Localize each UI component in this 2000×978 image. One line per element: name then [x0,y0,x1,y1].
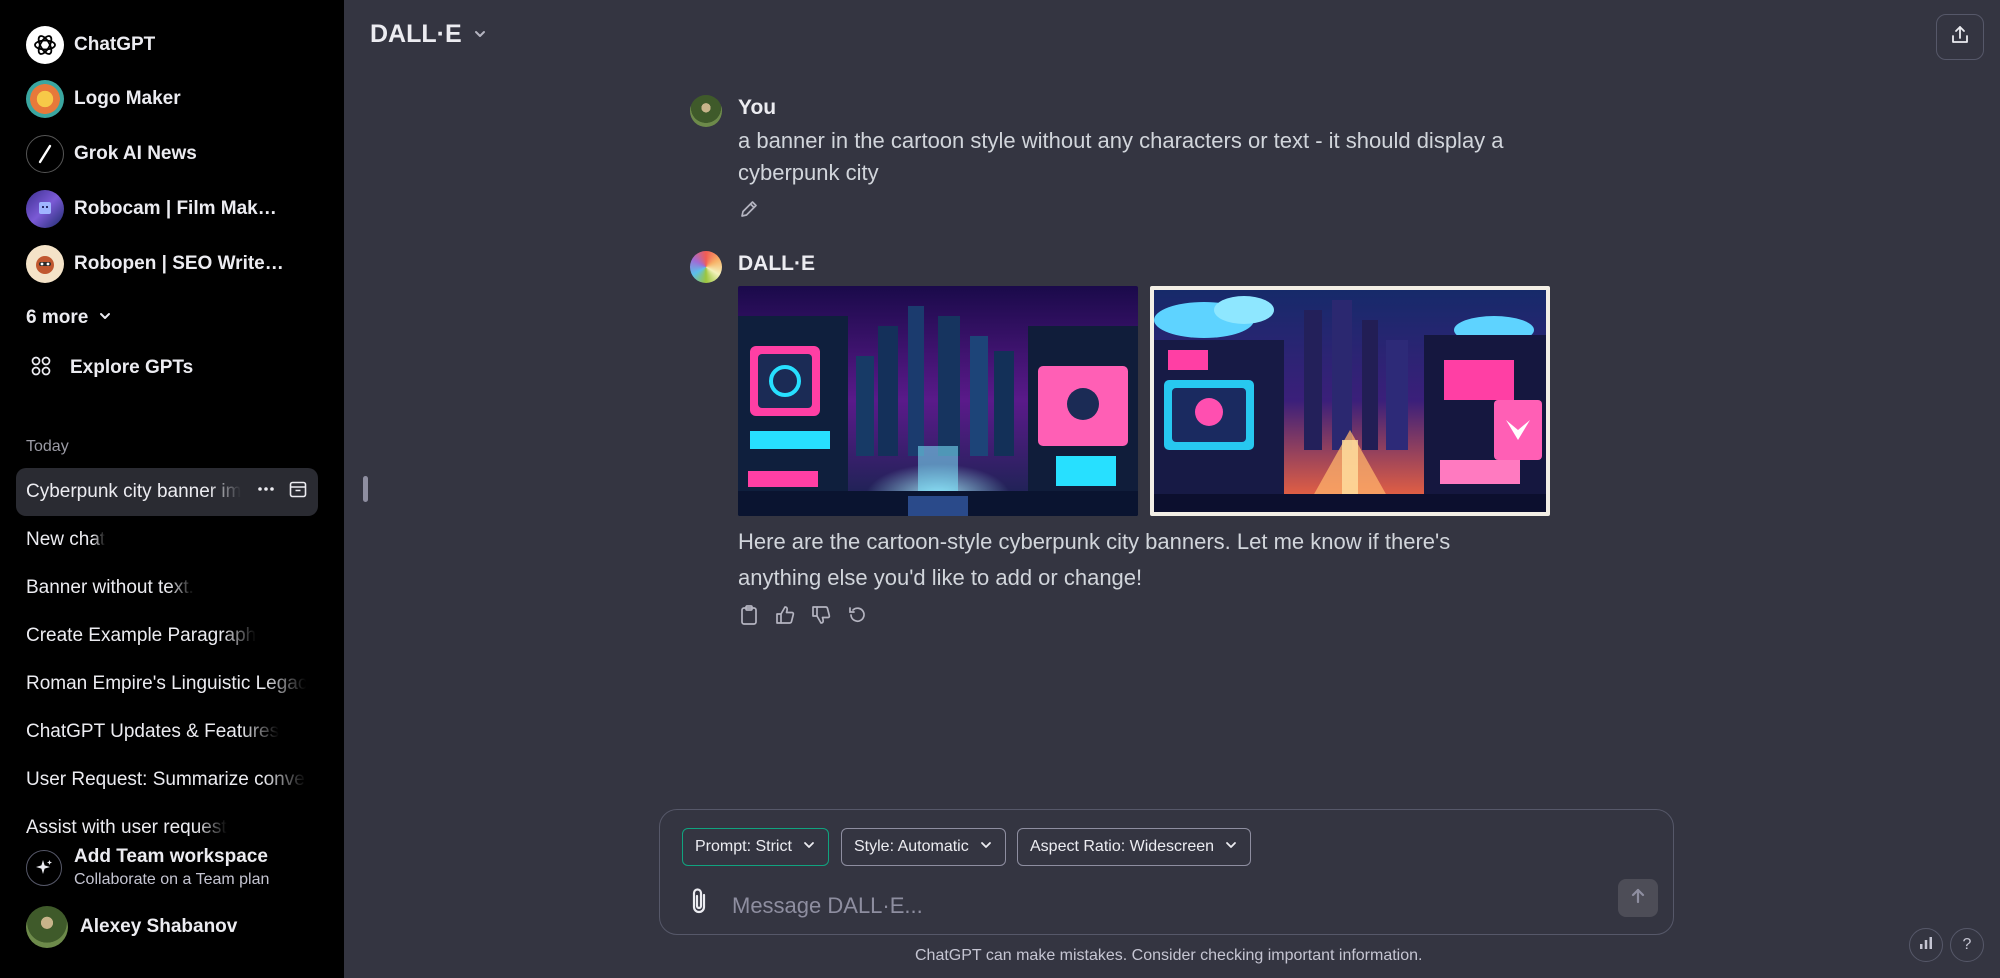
user-avatar [26,906,68,948]
generated-image-1[interactable] [738,286,1138,516]
sidebar-gpt-logo-maker[interactable]: Logo Maker [16,75,316,123]
sidebar-gpt-label: Robopen | SEO Writer ... [74,253,284,274]
sidebar: ChatGPT Logo Maker Grok AI News Robocam … [0,0,344,978]
message-composer: Prompt: Strict Style: Automatic Aspect R… [659,809,1674,935]
history-section-today: Today [26,438,69,455]
grok-slash-icon [26,135,64,173]
paperclip-icon[interactable] [686,886,712,923]
thumbs-up-icon[interactable] [774,604,796,626]
sidebar-gpt-robocam[interactable]: Robocam | Film Maker... [16,185,316,233]
history-item-label: Roman Empire's Linguistic Legacy [26,673,306,694]
robopen-avatar [26,245,64,283]
history-item-label: Cyberpunk city banner im [26,481,242,502]
history-item[interactable]: Roman Empire's Linguistic Legacy [16,660,318,708]
user-menu-button[interactable]: Alexey Shabanov [26,906,237,948]
share-button[interactable] [1936,14,1984,60]
arrow-up-icon [1628,886,1648,911]
sidebar-gpt-label: Grok AI News [74,143,197,164]
chevron-down-icon [1224,838,1238,857]
explore-gpts-button[interactable]: Explore GPTs [16,348,316,388]
stats-button[interactable] [1909,928,1943,962]
generated-images [738,286,1550,516]
history-item-label: New chat [26,529,106,550]
logo-maker-avatar [26,80,64,118]
assistant-author-label: DALL·E [738,252,815,275]
more-label: 6 more [26,307,89,328]
model-name: DALL·E [370,20,462,48]
history-item-label: Assist with user request [26,817,227,836]
thumbs-down-icon[interactable] [810,604,832,626]
history-item[interactable]: Create Example Paragraph [16,612,318,660]
generated-image-2[interactable] [1150,286,1550,516]
sidebar-gpt-robopen[interactable]: Robopen | SEO Writer ... [16,240,316,288]
edit-pencil-icon[interactable] [738,198,760,225]
user-message-text: a banner in the cartoon style without an… [738,128,1504,185]
disclaimer-text: ChatGPT can make mistakes. Consider chec… [915,947,1423,964]
history-item[interactable]: New chat [16,516,318,564]
sidebar-gpt-label: Logo Maker [74,88,181,109]
add-team-workspace-button[interactable]: Add Team workspace Collaborate on a Team… [26,846,269,889]
archive-icon[interactable] [288,479,308,505]
dalle-message-avatar [690,251,722,283]
grid-icon [30,355,52,382]
chip-label: Aspect Ratio: Widescreen [1030,838,1215,855]
aspect-ratio-chip[interactable]: Aspect Ratio: Widescreen [1017,828,1252,866]
user-author-label: You [738,96,777,119]
chip-label: Style: Automatic [854,838,969,855]
style-chip[interactable]: Style: Automatic [841,828,1006,866]
history-item-label: Create Example Paragraph [26,625,257,646]
history-item[interactable]: Banner without text. [16,564,318,612]
history-item[interactable]: User Request: Summarize conversation [16,756,318,804]
sidebar-gpt-chatgpt[interactable]: ChatGPT [16,21,316,69]
history-item[interactable]: ChatGPT Updates & Features [16,708,318,756]
team-workspace-title: Add Team workspace [74,846,268,867]
explore-gpts-label: Explore GPTs [70,357,194,378]
message-input[interactable] [732,886,1552,926]
chevron-down-icon [802,838,816,857]
chevron-down-icon [98,307,112,329]
prompt-mode-chip[interactable]: Prompt: Strict [682,828,829,866]
sidebar-gpt-grok-ai-news[interactable]: Grok AI News [16,130,316,178]
more-options-icon[interactable] [256,479,276,505]
assistant-message-text: Here are the cartoon-style cyberpunk cit… [738,529,1451,590]
share-icon [1949,24,1971,51]
chevron-down-icon [472,20,488,49]
chevron-down-icon [979,838,993,857]
team-workspace-subtitle: Collaborate on a Team plan [74,871,270,888]
help-label: ? [1962,936,1972,953]
bar-chart-icon [1918,935,1934,956]
sidebar-resize-handle[interactable] [363,476,368,502]
user-message-avatar [690,95,722,127]
history-item[interactable]: Assist with user request [16,804,318,836]
regenerate-icon[interactable] [846,604,868,626]
message-actions [738,604,868,626]
sidebar-gpt-label: Robocam | Film Maker... [74,198,284,219]
openai-logo-icon [26,26,64,64]
chat-history-list: Cyberpunk city banner im New chat Banner… [16,468,318,836]
help-button[interactable]: ? [1950,928,1984,962]
history-item-label: Banner without text. [26,577,194,598]
sidebar-more-toggle[interactable]: 6 more [26,302,112,334]
send-button[interactable] [1618,879,1658,917]
history-item-label: User Request: Summarize conversation [26,769,306,790]
chip-label: Prompt: Strict [695,838,792,855]
copy-icon[interactable] [738,604,760,626]
history-item-label: ChatGPT Updates & Features [26,721,280,742]
sidebar-gpt-label: ChatGPT [74,34,156,55]
sparkle-icon [26,849,62,886]
robocam-avatar [26,190,64,228]
user-name: Alexey Shabanov [80,916,238,937]
history-item-active[interactable]: Cyberpunk city banner im [16,468,318,516]
model-selector[interactable]: DALL·E [370,20,488,49]
